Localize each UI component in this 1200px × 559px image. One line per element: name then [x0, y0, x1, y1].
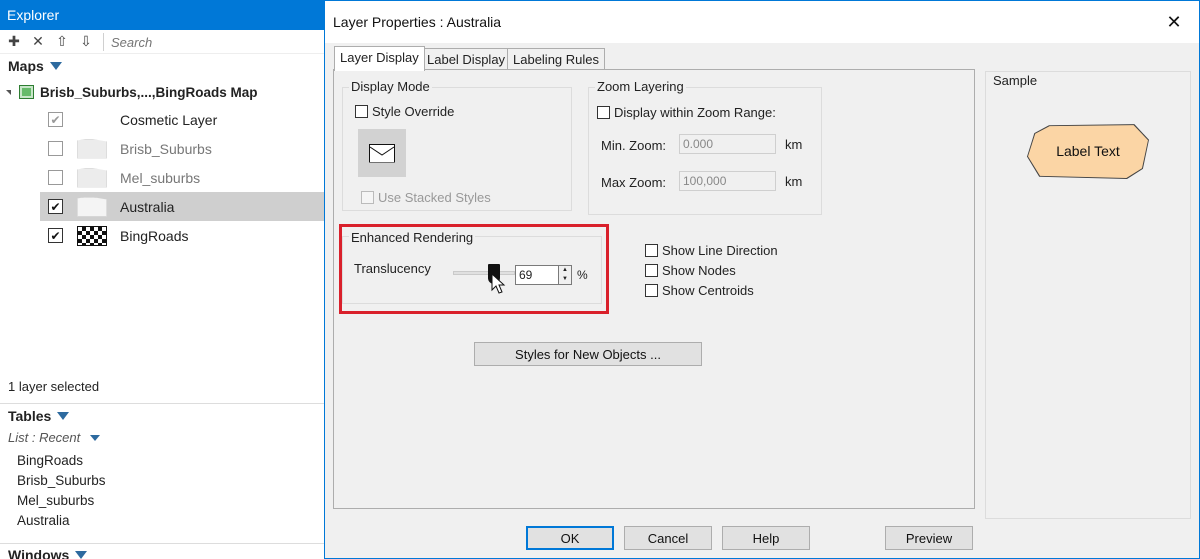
use-stacked-styles-checkbox[interactable]: [361, 191, 374, 204]
region-layer-icon: [77, 138, 107, 159]
layer-label: Mel_suburbs: [120, 169, 201, 186]
zoom-range-checkbox[interactable]: [597, 106, 610, 119]
region-layer-icon: [77, 196, 107, 217]
tile-layer-icon: [77, 225, 107, 246]
dialog-title: Layer Properties : Australia: [333, 14, 502, 30]
explorer-toolbar: ✚ ✕ ⇧ ⇩: [0, 30, 325, 54]
maps-header[interactable]: Maps: [0, 54, 325, 78]
show-line-direction-option[interactable]: Show Line Direction: [645, 243, 778, 258]
layer-visibility-checkbox[interactable]: [48, 170, 63, 185]
tables-header[interactable]: Tables: [0, 404, 325, 428]
close-icon[interactable]: ✕: [1159, 7, 1189, 37]
move-up-icon[interactable]: ⇧: [52, 32, 72, 52]
table-item[interactable]: Australia: [0, 511, 325, 531]
windows-header[interactable]: Windows: [0, 544, 325, 559]
checkbox-label: Style Override: [372, 104, 455, 119]
preview-button[interactable]: Preview: [885, 526, 973, 550]
dialog-body: Layer Display Label Display Labeling Rul…: [325, 43, 1199, 558]
region-layer-icon: [77, 167, 107, 188]
table-item[interactable]: Mel_suburbs: [0, 491, 325, 511]
layer-visibility-checkbox[interactable]: ✔: [48, 112, 63, 127]
tab-labeling-rules[interactable]: Labeling Rules: [507, 48, 606, 70]
show-nodes-option[interactable]: Show Nodes: [645, 263, 736, 278]
layer-row-mel-suburbs[interactable]: Mel_suburbs: [40, 163, 325, 192]
label-sample: Label Text: [1028, 125, 1148, 178]
checkbox-label: Display within Zoom Range:: [614, 105, 776, 120]
tables-section: Tables List : Recent BingRoads Brisb_Sub…: [0, 403, 325, 531]
layer-label: BingRoads: [120, 227, 189, 244]
zoom-layering-group: Zoom Layering Display within Zoom Range:…: [588, 79, 822, 215]
cancel-button[interactable]: Cancel: [624, 526, 712, 550]
use-stacked-styles-option[interactable]: Use Stacked Styles: [361, 190, 491, 205]
display-mode-group: Display Mode Style Override Use Stacked …: [342, 79, 572, 211]
styles-for-new-objects-button[interactable]: Styles for New Objects ...: [474, 342, 702, 366]
map-icon: [19, 85, 34, 99]
layer-row-brisb-suburbs[interactable]: Brisb_Suburbs: [40, 134, 325, 163]
checkbox-label: Show Centroids: [662, 283, 754, 298]
dialog-titlebar: Layer Properties : Australia ✕: [325, 1, 1199, 43]
highlight-annotation: [339, 224, 609, 314]
layer-visibility-checkbox[interactable]: ✔: [48, 199, 63, 214]
show-centroids-option[interactable]: Show Centroids: [645, 283, 754, 298]
show-centroids-checkbox[interactable]: [645, 284, 658, 297]
tab-layer-display[interactable]: Layer Display: [334, 46, 425, 71]
group-title: Display Mode: [349, 79, 432, 94]
chevron-down-icon[interactable]: [57, 412, 70, 420]
chevron-down-icon[interactable]: [75, 551, 88, 559]
layer-properties-dialog: Layer Properties : Australia ✕ Layer Dis…: [324, 0, 1200, 559]
layer-visibility-checkbox[interactable]: ✔: [48, 228, 63, 243]
explorer-panel: Explorer ✚ ✕ ⇧ ⇩ Maps Brisb_Suburbs,...,…: [0, 0, 325, 559]
tab-label-display[interactable]: Label Display: [421, 48, 512, 70]
style-override-option[interactable]: Style Override: [355, 104, 454, 119]
chevron-down-icon[interactable]: [49, 62, 62, 70]
layer-label: Brisb_Suburbs: [120, 140, 212, 157]
show-line-direction-checkbox[interactable]: [645, 244, 658, 257]
chevron-down-icon[interactable]: [90, 434, 101, 441]
layer-visibility-checkbox[interactable]: [48, 141, 63, 156]
style-preview-button[interactable]: [358, 129, 406, 177]
checkbox-label: Use Stacked Styles: [378, 190, 491, 205]
max-zoom-field[interactable]: 100,000: [679, 171, 776, 191]
table-item[interactable]: Brisb_Suburbs: [0, 471, 325, 491]
table-item[interactable]: BingRoads: [0, 451, 325, 471]
checkbox-label: Show Nodes: [662, 263, 736, 278]
explorer-title: Explorer: [0, 0, 325, 30]
search-input[interactable]: [111, 31, 325, 52]
toolbar-divider: [103, 32, 104, 51]
sample-panel: Sample Label Text: [985, 71, 1191, 519]
min-zoom-label: Min. Zoom:: [601, 138, 667, 153]
sample-title: Sample: [993, 73, 1038, 88]
show-nodes-checkbox[interactable]: [645, 264, 658, 277]
list-filter-dropdown[interactable]: List : Recent: [0, 428, 325, 447]
help-button[interactable]: Help: [722, 526, 810, 550]
group-title: Zoom Layering: [595, 79, 686, 94]
max-zoom-unit: km: [785, 174, 803, 189]
zoom-range-option[interactable]: Display within Zoom Range:: [597, 105, 776, 120]
region-style-icon: [369, 143, 395, 163]
max-zoom-label: Max Zoom:: [601, 175, 667, 190]
layer-row-australia[interactable]: ✔ Australia: [40, 192, 325, 221]
windows-section: Windows: [0, 543, 325, 559]
blank-layer-icon: [77, 110, 107, 130]
min-zoom-field[interactable]: 0.000: [679, 134, 776, 154]
layer-row-cosmetic[interactable]: ✔ Cosmetic Layer: [40, 105, 325, 134]
min-zoom-unit: km: [785, 137, 803, 152]
layers-status: 1 layer selected: [8, 379, 100, 394]
ok-button[interactable]: OK: [526, 526, 614, 550]
label-sample-text: Label Text: [1056, 143, 1120, 159]
remove-icon[interactable]: ✕: [28, 32, 48, 52]
add-icon[interactable]: ✚: [4, 32, 24, 52]
move-down-icon[interactable]: ⇩: [76, 32, 96, 52]
layer-label: Cosmetic Layer: [120, 111, 218, 128]
map-node[interactable]: Brisb_Suburbs,...,BingRoads Map: [0, 78, 325, 106]
layer-row-bingroads[interactable]: ✔ BingRoads: [40, 221, 325, 250]
expand-arrow-icon[interactable]: [6, 89, 11, 95]
map-name: Brisb_Suburbs,...,BingRoads Map: [40, 84, 258, 100]
checkbox-label: Show Line Direction: [662, 243, 778, 258]
layer-label: Australia: [120, 198, 175, 215]
style-override-checkbox[interactable]: [355, 105, 368, 118]
